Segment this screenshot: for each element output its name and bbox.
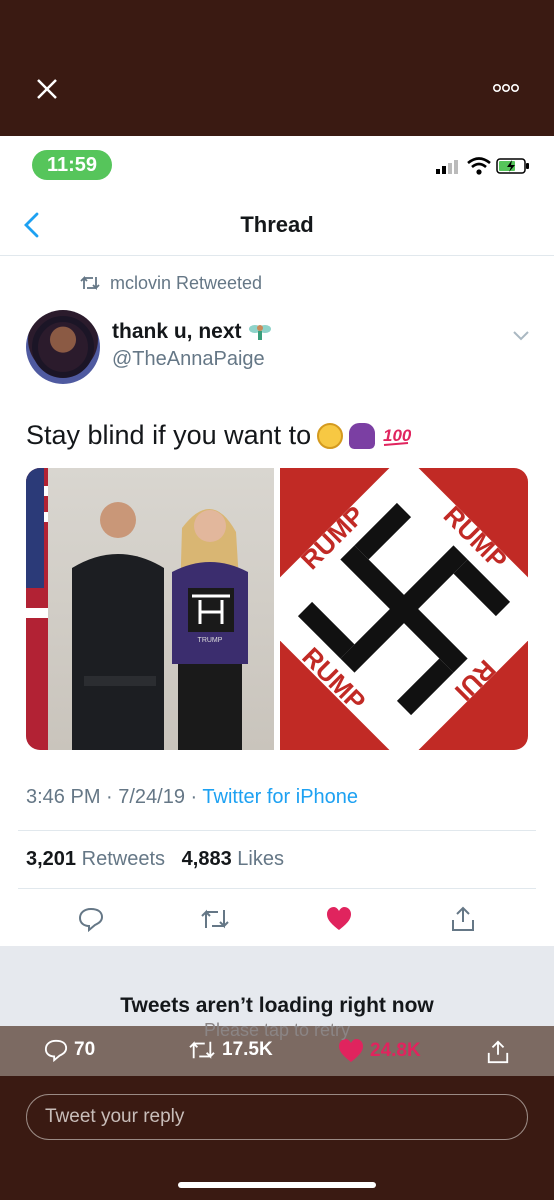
retweet-icon[interactable] xyxy=(200,906,230,932)
shrug-emoji-icon xyxy=(349,422,376,449)
likes-count-link[interactable]: 4,883 Likes xyxy=(182,848,284,870)
chevron-down-icon[interactable] xyxy=(512,330,530,342)
graphic-image[interactable]: RUMP RUMP RUMP RUI xyxy=(280,468,528,750)
tweet-media[interactable]: TRUMP RUMP RUMP RUMP RUI xyxy=(26,468,528,750)
display-name[interactable]: thank u, next xyxy=(112,320,272,344)
retweets-count-link[interactable]: 3,201 Retweets xyxy=(26,848,165,870)
retweets-stat[interactable]: 17.5K xyxy=(188,1038,273,1062)
more-options-icon[interactable] xyxy=(492,80,520,96)
graphic-illustration: RUMP RUMP RUMP RUI xyxy=(280,468,528,750)
tweet-text: Stay blind if you want to 100 xyxy=(26,420,412,450)
tweet-actions xyxy=(0,898,554,944)
battery-icon xyxy=(496,158,529,174)
retweet-icon xyxy=(189,1041,215,1059)
tweet-source-link[interactable]: Twitter for iPhone xyxy=(202,786,358,808)
like-heart-icon[interactable] xyxy=(326,906,352,932)
tweet-screenshot: 11:59 Thread mclovin Retweeted thank u, … xyxy=(0,136,554,1026)
hundred-points-emoji-icon: 100 xyxy=(383,426,411,446)
status-bar: 11:59 xyxy=(0,136,554,194)
wifi-icon xyxy=(467,157,491,175)
signal-icon xyxy=(436,160,458,174)
divider xyxy=(18,830,536,831)
photo-illustration: TRUMP xyxy=(26,468,248,750)
tweet-meta: 3:46 PM · 7/24/19 · Twitter for iPhone xyxy=(26,786,358,809)
close-icon[interactable] xyxy=(32,74,62,104)
home-indicator[interactable] xyxy=(178,1182,376,1188)
share-icon[interactable] xyxy=(450,906,476,932)
thread-nav-bar: Thread xyxy=(0,194,554,256)
monocle-face-emoji-icon xyxy=(317,422,344,449)
status-time: 11:59 xyxy=(32,150,112,180)
shirt-text: TRUMP xyxy=(198,637,223,644)
replies-stat[interactable]: 70 xyxy=(44,1038,95,1062)
avatar[interactable] xyxy=(26,310,100,384)
reply-icon xyxy=(44,1039,68,1062)
share-icon[interactable] xyxy=(486,1040,510,1064)
retweet-context[interactable]: mclovin Retweeted xyxy=(80,272,262,294)
divider xyxy=(18,888,536,889)
like-heart-icon xyxy=(339,1039,363,1062)
reply-input[interactable]: Tweet your reply xyxy=(26,1094,528,1140)
reply-icon[interactable] xyxy=(78,906,104,932)
user-handle[interactable]: @TheAnnaPaige xyxy=(112,348,265,371)
engagement-counts: 3,201 Retweets 4,883 Likes xyxy=(26,848,284,871)
fairy-emoji-icon xyxy=(248,325,271,340)
viewer-top-bar xyxy=(0,0,554,136)
retweet-context-label: mclovin Retweeted xyxy=(110,272,263,293)
photo-people[interactable]: TRUMP xyxy=(26,468,274,750)
retweet-icon xyxy=(80,275,100,291)
page-title: Thread xyxy=(240,212,314,237)
likes-stat[interactable]: 24.8K xyxy=(338,1038,421,1064)
tweet-timestamp: 3:46 PM · 7/24/19 · xyxy=(26,786,198,808)
reply-bar: Tweet your reply xyxy=(0,1076,554,1200)
loading-error-title: Tweets aren’t loading right now xyxy=(120,994,434,1017)
loading-error-subtitle[interactable]: Please tap to retry xyxy=(0,1020,554,1041)
